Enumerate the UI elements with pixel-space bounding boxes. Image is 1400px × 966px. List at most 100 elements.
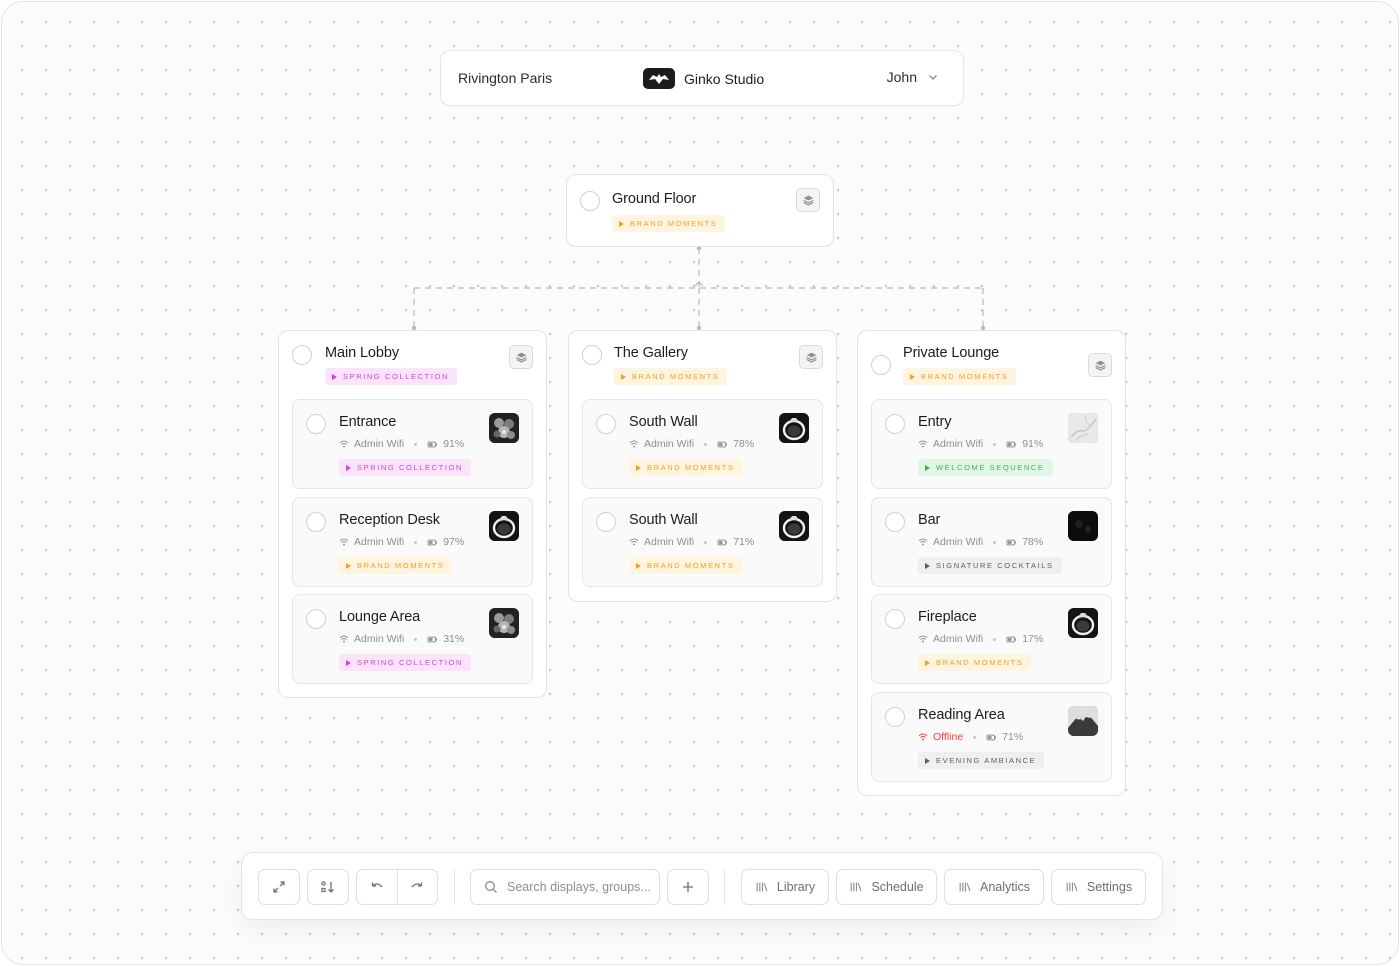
battery-icon — [427, 537, 438, 548]
display-title: South Wall — [629, 414, 698, 430]
fullscreen-button[interactable] — [258, 869, 300, 905]
chevron-down-icon — [929, 75, 937, 80]
redo-button[interactable] — [396, 870, 438, 904]
display-item-entry[interactable]: Entry Admin Wifi 91% Welcome Sequence — [871, 399, 1112, 489]
analytics-label: Analytics — [979, 880, 1031, 894]
display-select[interactable] — [885, 707, 905, 727]
group-tag: Spring Collection — [325, 368, 457, 385]
content-thumbnail-flowers — [489, 413, 519, 443]
add-button[interactable] — [667, 869, 709, 905]
search-box[interactable] — [470, 869, 660, 905]
display-select[interactable] — [306, 414, 326, 434]
ground-floor-title: Ground Floor — [612, 191, 697, 207]
group-select[interactable] — [292, 345, 312, 365]
group-title: The Gallery — [614, 345, 688, 361]
group-title: Main Lobby — [325, 345, 399, 361]
display-item-bar[interactable]: Bar Admin Wifi 78% Signature Cocktails — [871, 497, 1112, 587]
library-icon — [849, 880, 863, 894]
display-select[interactable] — [306, 512, 326, 532]
display-item-south-wall[interactable]: South Wall Admin Wifi 71% Brand Moments — [582, 497, 823, 587]
display-meta: Admin Wifi 91% — [918, 438, 1043, 450]
group-select[interactable] — [582, 345, 602, 365]
expand-icon — [273, 881, 285, 893]
group-the-gallery[interactable]: The Gallery Brand Moments South Wall Adm… — [568, 330, 837, 602]
display-meta: Admin Wifi 31% — [339, 633, 464, 645]
display-meta: Admin Wifi 78% — [918, 536, 1043, 548]
display-item-reading-area[interactable]: Reading Area Offline 71% Evening Ambianc… — [871, 692, 1112, 782]
display-title: Lounge Area — [339, 609, 421, 625]
toolbar-divider — [454, 869, 455, 905]
ground-floor-select[interactable] — [580, 191, 600, 211]
bottom-toolbar: Library Schedule Analytics Settings — [241, 852, 1163, 920]
display-title: South Wall — [629, 512, 698, 528]
wifi-icon — [918, 439, 928, 449]
battery-level: 91% — [443, 438, 465, 450]
display-tag: Brand Moments — [339, 557, 453, 574]
display-select[interactable] — [306, 609, 326, 629]
settings-button[interactable]: Settings — [1051, 869, 1146, 905]
group-main-lobby[interactable]: Main Lobby Spring Collection Entrance Ad… — [278, 330, 547, 698]
network-status: Admin Wifi — [933, 633, 984, 645]
sort-button[interactable] — [307, 869, 349, 905]
battery-level: 31% — [443, 633, 465, 645]
analytics-button[interactable]: Analytics — [944, 869, 1044, 905]
content-thumbnail-mountain — [1068, 706, 1098, 736]
network-status: Admin Wifi — [354, 536, 405, 548]
layers-icon[interactable] — [509, 345, 533, 369]
group-select[interactable] — [871, 355, 891, 375]
sort-icon — [321, 881, 334, 893]
ground-floor-tag: Brand Moments — [612, 215, 726, 232]
plus-icon — [683, 882, 693, 892]
redo-icon — [411, 882, 423, 888]
wifi-icon — [629, 537, 639, 547]
network-status: Admin Wifi — [354, 633, 405, 645]
display-item-lounge-area[interactable]: Lounge Area Admin Wifi 31% Spring Collec… — [292, 594, 533, 684]
display-meta: Admin Wifi 17% — [918, 633, 1043, 645]
display-item-fireplace[interactable]: Fireplace Admin Wifi 17% Brand Moments — [871, 594, 1112, 684]
battery-level: 78% — [1022, 536, 1044, 548]
content-thumbnail-ring — [779, 413, 809, 443]
canvas[interactable]: Rivington Paris Ginko Studio John Ground… — [1, 1, 1399, 965]
display-tag: Spring Collection — [339, 459, 471, 476]
content-thumbnail-ring — [779, 511, 809, 541]
library-label: Library — [776, 880, 816, 894]
display-select[interactable] — [885, 609, 905, 629]
wifi-icon — [918, 732, 928, 742]
display-title: Reception Desk — [339, 512, 440, 528]
display-select[interactable] — [885, 414, 905, 434]
display-title: Fireplace — [918, 609, 977, 625]
schedule-button[interactable]: Schedule — [836, 869, 937, 905]
library-icon — [755, 880, 769, 894]
history-controls — [356, 869, 438, 905]
network-status: Offline — [933, 731, 964, 743]
network-status: Admin Wifi — [933, 536, 984, 548]
layers-icon[interactable] — [799, 345, 823, 369]
wifi-icon — [339, 439, 349, 449]
network-status: Admin Wifi — [644, 536, 695, 548]
layers-icon[interactable] — [796, 188, 820, 212]
display-item-south-wall[interactable]: South Wall Admin Wifi 78% Brand Moments — [582, 399, 823, 489]
location-name[interactable]: Rivington Paris — [458, 70, 552, 86]
display-select[interactable] — [596, 512, 616, 532]
undo-button[interactable] — [357, 870, 397, 904]
group-private-lounge[interactable]: Private Lounge Brand Moments Entry Admin… — [857, 330, 1126, 796]
user-menu[interactable]: John — [887, 69, 939, 85]
search-input[interactable] — [507, 880, 657, 894]
battery-level: 78% — [733, 438, 755, 450]
network-status: Admin Wifi — [354, 438, 405, 450]
ground-floor-card[interactable]: Ground Floor Brand Moments — [566, 174, 834, 247]
display-item-entrance[interactable]: Entrance Admin Wifi 91% Spring Collectio… — [292, 399, 533, 489]
group-tag: Brand Moments — [614, 368, 728, 385]
battery-icon — [717, 439, 728, 450]
wifi-icon — [339, 537, 349, 547]
layers-icon[interactable] — [1088, 353, 1112, 377]
display-select[interactable] — [885, 512, 905, 532]
battery-icon — [427, 439, 438, 450]
library-button[interactable]: Library — [741, 869, 829, 905]
library-icon — [958, 880, 972, 894]
display-select[interactable] — [596, 414, 616, 434]
battery-icon — [986, 732, 997, 743]
display-item-reception-desk[interactable]: Reception Desk Admin Wifi 97% Brand Mome… — [292, 497, 533, 587]
wifi-icon — [918, 634, 928, 644]
display-tag: Welcome Sequence — [918, 459, 1053, 476]
